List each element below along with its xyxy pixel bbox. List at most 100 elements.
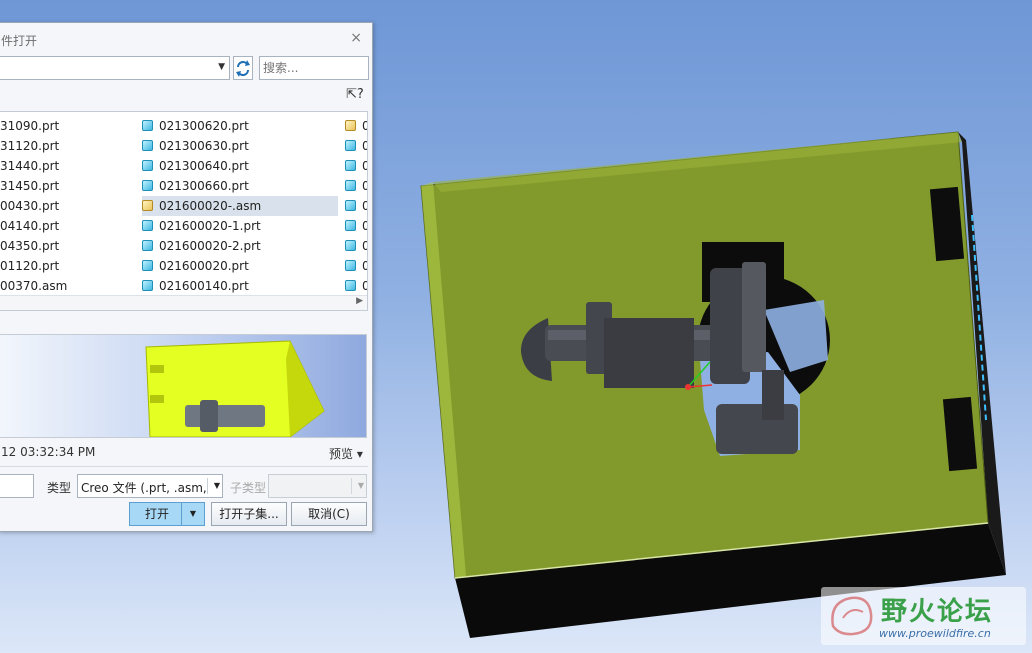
part-file-icon xyxy=(142,180,153,191)
file-list-item[interactable]: 31440.prt xyxy=(0,156,140,176)
file-list-item[interactable]: 021600140.prt xyxy=(142,276,338,296)
file-list[interactable]: 31090.prt 31120.prt 31440.prt 31450.prt 0043… xyxy=(0,111,368,311)
file-name: 021600020-.asm xyxy=(159,199,262,213)
subtype-select[interactable]: ▼ xyxy=(268,474,367,498)
watermark-title: 野火论坛 xyxy=(881,597,994,627)
file-name: 021600020.prt xyxy=(159,259,249,273)
divider xyxy=(0,466,368,467)
open-button[interactable]: 打开 ▼ xyxy=(129,502,205,526)
file-name: 0 xyxy=(362,239,367,253)
file-name: 0 xyxy=(362,119,367,133)
file-list-item[interactable]: 0 xyxy=(345,256,367,276)
chevron-down-icon[interactable]: ▼ xyxy=(207,478,220,494)
type-select[interactable]: Creo 文件 (.prt, .asm, ▼ xyxy=(77,474,223,498)
file-list-item[interactable]: 0 xyxy=(345,156,367,176)
file-name: 01120.prt xyxy=(0,259,60,273)
file-list-item[interactable]: 04140.prt xyxy=(0,216,140,236)
file-name: 021600020-2.prt xyxy=(159,239,261,253)
search-input[interactable] xyxy=(259,56,369,80)
forum-watermark: 野火论坛 www.proewildfire.cn xyxy=(821,587,1026,645)
file-list-item[interactable]: 021300620.prt xyxy=(142,116,338,136)
part-file-icon xyxy=(345,160,356,171)
refresh-button[interactable] xyxy=(233,56,253,80)
file-column-2: 021300620.prt 021300630.prt 021300640.prt 0… xyxy=(142,116,338,296)
file-name: 021600140.prt xyxy=(159,279,249,293)
file-name: 021300620.prt xyxy=(159,119,249,133)
part-file-icon xyxy=(142,260,153,271)
file-list-item[interactable]: 0 xyxy=(345,236,367,256)
file-list-item[interactable]: 01120.prt xyxy=(0,256,140,276)
preview-pane xyxy=(0,334,367,438)
open-options-chevron-icon[interactable]: ▼ xyxy=(181,503,204,525)
close-icon[interactable]: × xyxy=(350,30,362,46)
part-file-icon xyxy=(345,240,356,251)
assembly-file-icon xyxy=(345,120,356,131)
file-list-item[interactable]: 021300640.prt xyxy=(142,156,338,176)
model-block xyxy=(420,131,1006,638)
chevron-down-icon[interactable]: ▼ xyxy=(351,478,364,494)
part-file-icon xyxy=(142,160,153,171)
chevron-down-icon[interactable]: ▼ xyxy=(218,62,225,72)
file-open-dialog: 件打开 × ▼ ⇱? 31090.prt 31120.prt31440.prt 31… xyxy=(0,22,373,532)
file-name: 0 xyxy=(362,159,367,173)
file-name: 0 xyxy=(362,219,367,233)
file-list-item[interactable]: 0 xyxy=(345,216,367,236)
type-select-value: Creo 文件 (.prt, .asm, xyxy=(81,481,207,495)
watermark-url: www.proewildfire.cn xyxy=(879,627,991,640)
file-name: 31450.prt xyxy=(0,179,60,193)
part-file-icon xyxy=(345,220,356,231)
dialog-titlebar[interactable]: 件打开 × xyxy=(0,23,372,55)
file-list-item[interactable]: 0 xyxy=(345,116,367,136)
file-name: 00430.prt xyxy=(0,199,60,213)
part-file-icon xyxy=(142,220,153,231)
file-list-item[interactable]: 021600020-.asm xyxy=(142,196,338,216)
file-list-item[interactable]: 021600020-2.prt xyxy=(142,236,338,256)
block-part xyxy=(604,318,694,388)
part-file-icon xyxy=(142,140,153,151)
file-name: 04140.prt xyxy=(0,219,60,233)
modified-date: 12 03:32:34 PM xyxy=(1,445,96,459)
lower-arm xyxy=(762,370,784,420)
path-combobox[interactable]: ▼ xyxy=(0,56,230,80)
file-list-item[interactable]: 0 xyxy=(345,196,367,216)
file-list-item[interactable]: 021600020-1.prt xyxy=(142,216,338,236)
file-name: 0 xyxy=(362,179,367,193)
preview-model-image xyxy=(145,340,325,437)
lower-roller xyxy=(716,404,798,454)
file-name: 31090.prt xyxy=(0,119,60,133)
file-list-item[interactable]: 0 xyxy=(345,176,367,196)
file-name: 0 xyxy=(362,199,367,213)
cancel-button[interactable]: 取消(C) xyxy=(291,502,367,526)
whats-this-icon[interactable]: ⇱? xyxy=(346,87,364,102)
file-list-item[interactable]: 0 xyxy=(345,276,367,296)
part-file-icon xyxy=(345,260,356,271)
file-list-item[interactable]: 31120.prt xyxy=(0,136,140,156)
file-name: 0 xyxy=(362,139,367,153)
file-list-item[interactable]: 31450.prt xyxy=(0,176,140,196)
part-file-icon xyxy=(345,140,356,151)
assembly-file-icon xyxy=(142,200,153,211)
type-label: 类型 xyxy=(47,481,72,495)
file-name: 021300630.prt xyxy=(159,139,249,153)
part-file-icon xyxy=(345,180,356,191)
file-list-item[interactable]: 00430.prt xyxy=(0,196,140,216)
file-list-item[interactable]: 021300630.prt xyxy=(142,136,338,156)
file-name-input[interactable] xyxy=(0,474,34,498)
file-list-item[interactable]: 31090.prt xyxy=(0,116,140,136)
scroll-right-icon[interactable]: ▶ xyxy=(356,296,363,306)
file-list-item[interactable]: 0 xyxy=(345,136,367,156)
file-list-item[interactable]: 00370.asm xyxy=(0,276,140,296)
open-subset-button[interactable]: 打开子集... xyxy=(211,502,287,526)
part-file-icon xyxy=(142,280,153,291)
file-list-item[interactable]: 021600020.prt xyxy=(142,256,338,276)
refresh-icon xyxy=(236,60,250,77)
dialog-title: 件打开 xyxy=(1,34,38,48)
horizontal-scrollbar[interactable]: ▶ xyxy=(0,295,367,310)
file-list-item[interactable]: 021300660.prt xyxy=(142,176,338,196)
part-file-icon xyxy=(142,120,153,131)
file-column-3: 0 0 0 0 0 0 0 0 0 xyxy=(345,116,367,296)
preview-toggle[interactable]: 预览 ▾ xyxy=(329,445,363,462)
file-name: 0 xyxy=(362,259,367,273)
file-list-item[interactable]: 04350.prt xyxy=(0,236,140,256)
file-name: 00370.asm xyxy=(0,279,68,293)
